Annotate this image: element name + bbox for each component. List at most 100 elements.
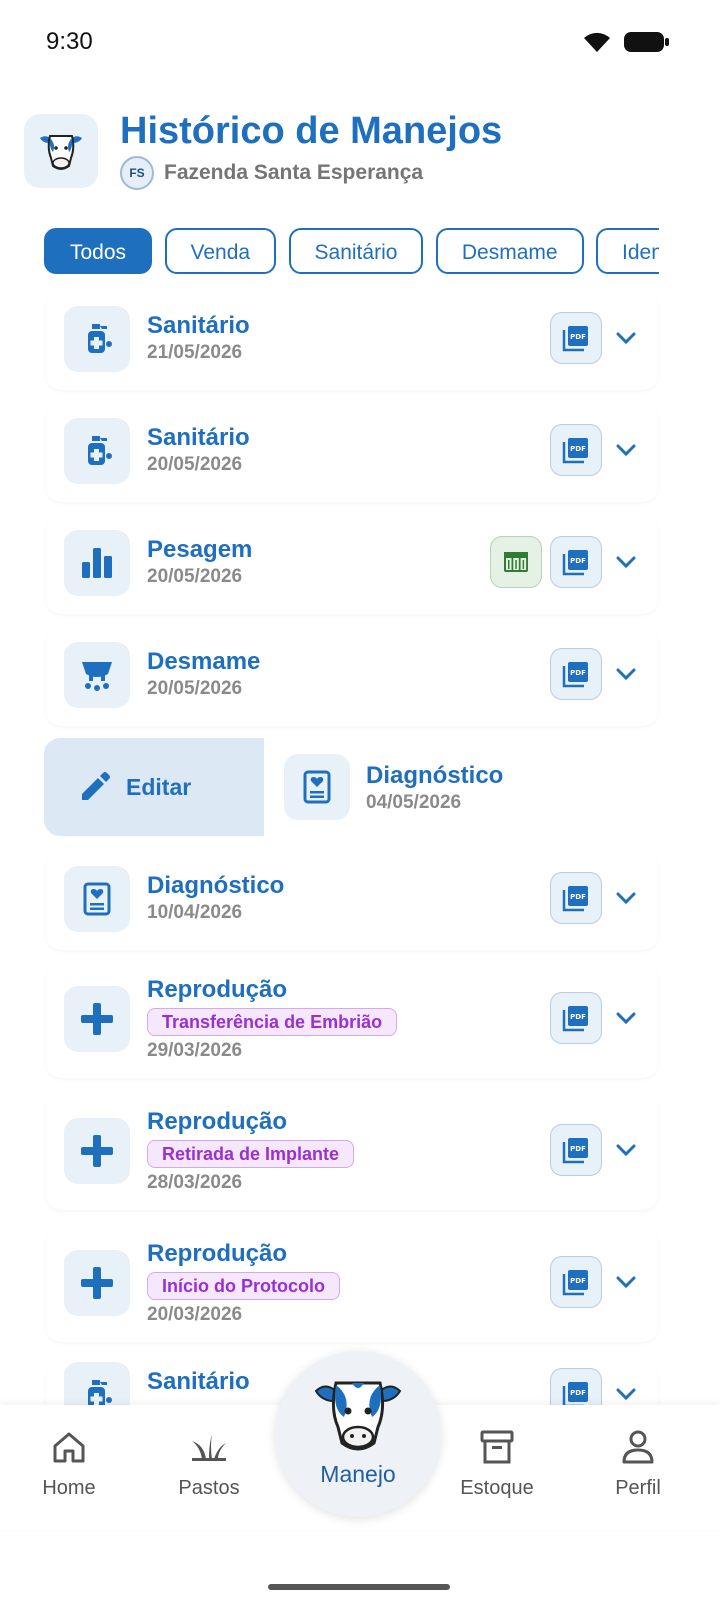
plus-icon	[64, 1118, 130, 1184]
record-title: Diagnóstico	[366, 762, 504, 789]
record-title: Reprodução	[147, 1108, 288, 1135]
nav-estoque[interactable]: Estoque	[442, 1427, 552, 1500]
home-icon	[14, 1427, 124, 1467]
record-card[interactable]: Reprodução Início do Protocolo 20/03/202…	[46, 1226, 658, 1342]
pdf-icon: PDF	[562, 1382, 588, 1405]
record-date: 20/05/2026	[147, 678, 243, 699]
pdf-button[interactable]: PDF	[550, 872, 602, 924]
nav-manejo[interactable]: Manejo	[275, 1351, 441, 1517]
record-card[interactable]: Diagnóstico 10/04/2026 PDF	[46, 850, 658, 950]
nav-estoque-label: Estoque	[460, 1477, 534, 1499]
pdf-button[interactable]: PDF	[550, 312, 602, 364]
edit-label: Editar	[126, 773, 192, 800]
pdf-button[interactable]: PDF	[550, 1256, 602, 1308]
expand-chevron-icon[interactable]	[614, 438, 638, 462]
pdf-icon: PDF	[562, 662, 588, 688]
record-date: 20/05/2026	[147, 454, 243, 475]
record-date: 20/03/2026	[147, 1304, 243, 1325]
diagnosis-card-icon	[284, 754, 350, 820]
pdf-icon: PDF	[562, 550, 588, 576]
spreadsheet-button[interactable]	[490, 536, 542, 588]
expand-chevron-icon[interactable]	[614, 886, 638, 910]
pdf-button[interactable]: PDF	[550, 1368, 602, 1405]
udder-icon	[64, 642, 130, 708]
pdf-icon: PDF	[562, 1270, 588, 1296]
records-list: Sanitário 21/05/2026 PDF Sanitário 20/05…	[0, 290, 720, 1405]
pdf-button[interactable]: PDF	[550, 648, 602, 700]
bar-chart-icon	[64, 530, 130, 596]
table-icon	[504, 552, 528, 572]
record-card[interactable]: Pesagem 20/05/2026 PDF	[46, 514, 658, 614]
farm-name: Fazenda Santa Esperança	[164, 161, 424, 184]
procedure-tag: Início do Protocolo	[147, 1272, 340, 1300]
record-date: 21/05/2026	[147, 342, 243, 363]
procedure-tag: Retirada de Implante	[147, 1140, 355, 1168]
record-title: Sanitário	[147, 312, 250, 339]
record-date: 20/05/2026	[147, 566, 243, 587]
record-card[interactable]: Sanitário 20/05/2026 PDF	[46, 402, 658, 502]
plus-icon	[64, 986, 130, 1052]
pdf-button[interactable]: PDF	[550, 536, 602, 588]
record-date: 10/04/2026	[147, 902, 243, 923]
svg-text:PDF: PDF	[570, 1277, 586, 1285]
sanitary-spray-icon	[64, 418, 130, 484]
page-header: Histórico de Manejos FS Fazenda Santa Es…	[24, 110, 696, 200]
pdf-icon: PDF	[562, 1006, 588, 1032]
svg-text:PDF: PDF	[570, 1013, 586, 1021]
edit-button[interactable]: Editar	[44, 738, 264, 836]
record-card[interactable]: Desmame 20/05/2026 PDF	[46, 626, 658, 726]
expand-chevron-icon[interactable]	[614, 662, 638, 686]
nav-home-label: Home	[42, 1477, 96, 1499]
svg-text:PDF: PDF	[570, 669, 586, 677]
nav-perfil-label: Perfil	[615, 1477, 661, 1499]
nav-home[interactable]: Home	[14, 1427, 124, 1500]
filter-chip-desmame[interactable]: Desmame	[435, 228, 584, 274]
farm-selector[interactable]: FS Fazenda Santa Esperança	[120, 156, 423, 190]
record-title: Reprodução	[147, 976, 288, 1003]
expand-chevron-icon[interactable]	[614, 1006, 638, 1030]
record-title: Desmame	[147, 648, 261, 675]
nav-pastos-label: Pastos	[178, 1477, 240, 1499]
record-card[interactable]: Reprodução Transferência de Embrião 29/0…	[46, 962, 658, 1078]
expand-chevron-icon[interactable]	[614, 1382, 638, 1405]
archive-box-icon	[442, 1427, 552, 1467]
procedure-tag: Transferência de Embrião	[147, 1008, 398, 1036]
person-icon	[583, 1427, 693, 1467]
status-icons	[582, 30, 670, 54]
cow-logo-icon	[24, 114, 98, 188]
pdf-icon: PDF	[562, 1138, 588, 1164]
pdf-button[interactable]: PDF	[550, 424, 602, 476]
nav-perfil[interactable]: Perfil	[583, 1427, 693, 1500]
swiped-record-row[interactable]: Editar Diagnóstico 04/05/2026	[44, 738, 720, 836]
farm-avatar: FS	[120, 156, 154, 190]
svg-text:PDF: PDF	[570, 893, 586, 901]
sanitary-spray-icon	[64, 306, 130, 372]
pdf-icon: PDF	[562, 438, 588, 464]
expand-chevron-icon[interactable]	[614, 1138, 638, 1162]
filter-chip-todos[interactable]: Todos	[44, 228, 153, 274]
plus-icon	[64, 1250, 130, 1316]
record-date: 28/03/2026	[147, 1172, 243, 1193]
expand-chevron-icon[interactable]	[614, 1270, 638, 1294]
record-title: Diagnóstico	[147, 872, 285, 899]
filter-chip-venda[interactable]: Venda	[164, 228, 277, 274]
record-card[interactable]: Reprodução Retirada de Implante 28/03/20…	[46, 1094, 658, 1210]
svg-text:PDF: PDF	[570, 557, 586, 565]
pdf-button[interactable]: PDF	[550, 1124, 602, 1176]
expand-chevron-icon[interactable]	[614, 550, 638, 574]
svg-text:PDF: PDF	[570, 445, 586, 453]
record-title: Reprodução	[147, 1240, 288, 1267]
nav-pastos[interactable]: Pastos	[154, 1427, 264, 1500]
filter-chip-identificacao[interactable]: Identi	[596, 228, 659, 274]
svg-text:PDF: PDF	[570, 1389, 586, 1397]
record-card[interactable]: Sanitário 21/05/2026 PDF	[46, 290, 658, 390]
pencil-icon	[82, 772, 110, 800]
record-title: Sanitário	[147, 1368, 250, 1395]
svg-text:PDF: PDF	[570, 1145, 586, 1153]
filter-chip-sanitario[interactable]: Sanitário	[288, 228, 424, 274]
sanitary-spray-icon	[64, 1362, 130, 1405]
pdf-button[interactable]: PDF	[550, 992, 602, 1044]
battery-icon	[624, 32, 669, 52]
expand-chevron-icon[interactable]	[614, 326, 638, 350]
record-card[interactable]: Diagnóstico 04/05/2026	[264, 738, 720, 836]
